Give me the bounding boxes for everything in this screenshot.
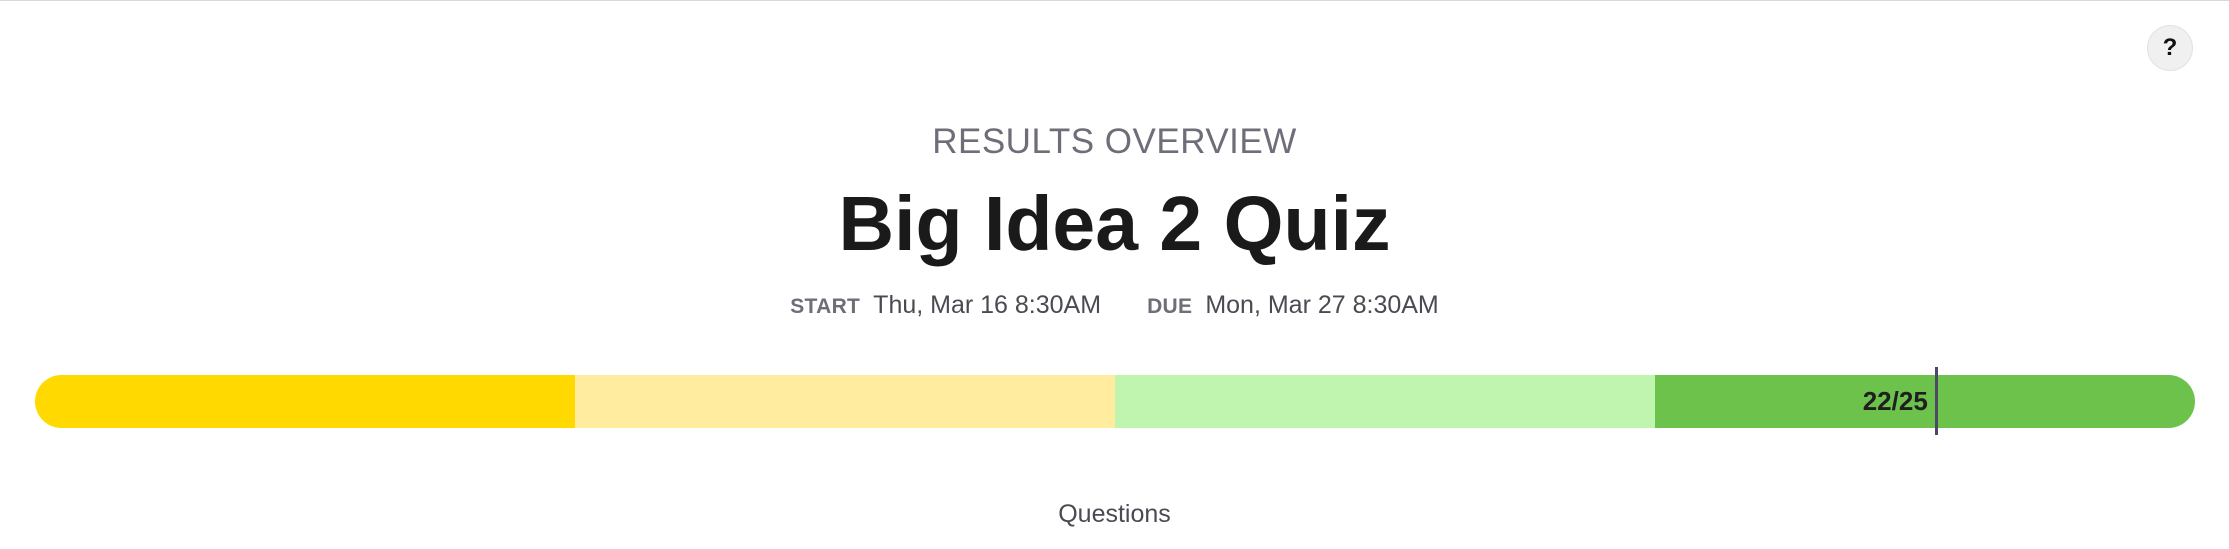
quiz-dates: START Thu, Mar 16 8:30AM DUE Mon, Mar 27… xyxy=(0,288,2229,324)
start-label: START xyxy=(790,295,861,318)
segment-2 xyxy=(575,375,1115,428)
score-marker xyxy=(1934,367,1938,435)
score-label: 22/25 xyxy=(1862,386,1928,416)
segment-3 xyxy=(1115,375,1655,428)
start-date: START Thu, Mar 16 8:30AM xyxy=(790,288,1101,324)
top-divider xyxy=(0,0,2229,1)
due-date: DUE Mon, Mar 27 8:30AM xyxy=(1147,288,1439,324)
page-eyebrow: RESULTS OVERVIEW xyxy=(932,122,1297,161)
questions-label: Questions xyxy=(1058,500,1171,528)
help-button[interactable]: ? xyxy=(2147,25,2193,71)
question-mark-icon: ? xyxy=(2162,34,2178,61)
segment-1 xyxy=(35,375,575,428)
due-value: Mon, Mar 27 8:30AM xyxy=(1205,291,1439,319)
start-value: Thu, Mar 16 8:30AM xyxy=(873,291,1102,319)
quiz-title: Big Idea 2 Quiz xyxy=(838,181,1391,267)
due-label: DUE xyxy=(1147,295,1193,318)
